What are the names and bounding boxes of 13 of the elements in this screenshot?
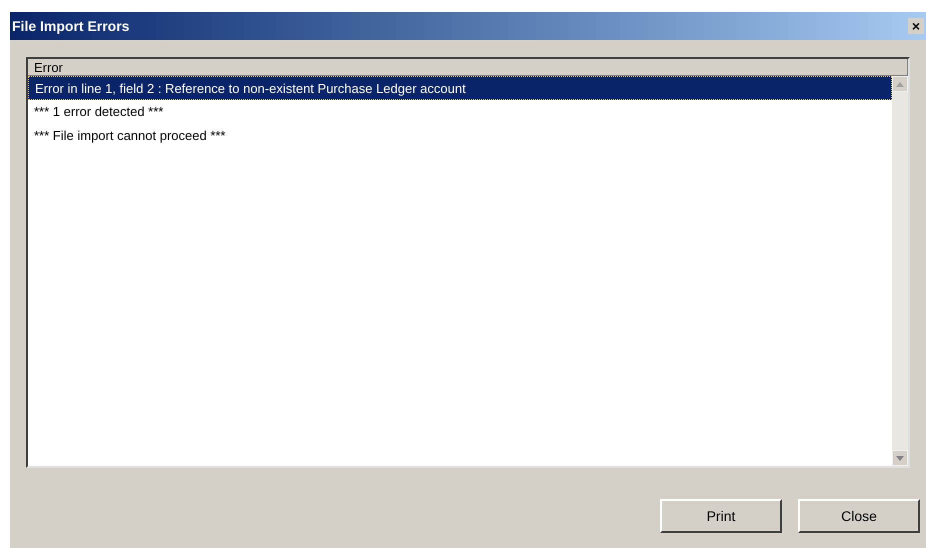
up-arrow-icon — [896, 82, 904, 86]
down-arrow-icon — [896, 456, 904, 460]
close-button[interactable]: × — [908, 18, 924, 34]
scroll-up-button[interactable] — [892, 76, 908, 92]
scrollbar[interactable] — [892, 76, 908, 466]
dialog-button[interactable]: Close — [798, 499, 920, 533]
window-title: File Import Errors — [12, 16, 130, 36]
error-row[interactable]: *** 1 error detected *** — [28, 100, 892, 124]
scroll-down-button[interactable] — [892, 450, 908, 466]
dialog-button[interactable]: Print — [660, 499, 782, 533]
error-row[interactable]: Error in line 1, field 2 : Reference to non-existent Purchase Ledger account — [28, 76, 892, 100]
column-header[interactable]: Error — [28, 59, 908, 75]
error-row[interactable]: *** File import cannot proceed *** — [28, 124, 892, 148]
